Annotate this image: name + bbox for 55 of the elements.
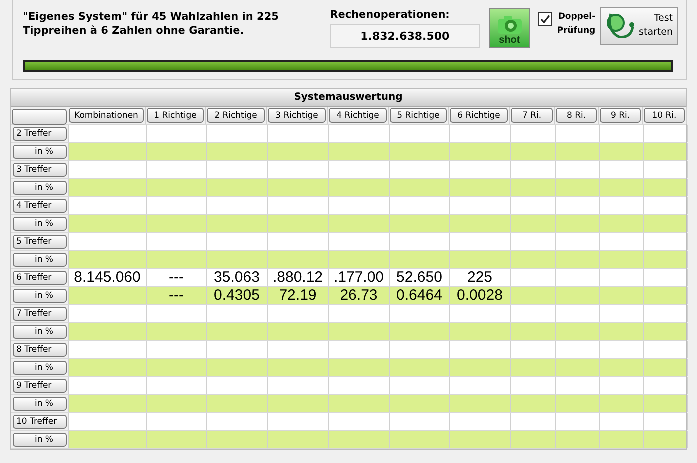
table-cell: .880.12 <box>272 269 324 286</box>
checkbox-label: Doppel- <box>558 11 596 24</box>
column-header[interactable]: 8 Ri. <box>556 108 597 123</box>
table-cell: 8.145.060 <box>74 269 141 286</box>
table-cell: 26.73 <box>340 287 378 304</box>
row-header[interactable]: 10 Treffer <box>12 414 66 428</box>
column-header[interactable]: 7 Ri. <box>511 108 553 123</box>
column-header[interactable]: Kombinationen <box>69 108 144 123</box>
table-title: Systemauswertung <box>11 89 686 107</box>
table-cell: 0.6464 <box>396 287 442 304</box>
row-header[interactable]: 9 Treffer <box>12 378 66 392</box>
table-cell: 72.19 <box>279 287 317 304</box>
summary-text: Tippreihen à 6 Zahlen ohne Garantie. <box>23 24 246 38</box>
table-cell: --- <box>169 269 184 286</box>
row-header[interactable]: in % <box>12 324 66 338</box>
stethoscope-icon <box>604 11 635 41</box>
row-header[interactable]: 3 Treffer <box>12 162 66 176</box>
column-header[interactable]: 1 Richtige <box>147 108 204 123</box>
table-cell: --- <box>169 287 184 304</box>
table-cell: 225 <box>467 269 493 286</box>
row-header[interactable]: in % <box>12 252 66 266</box>
row-header[interactable]: in % <box>12 288 66 302</box>
row-header[interactable]: 7 Treffer <box>12 306 66 320</box>
row-header[interactable]: in % <box>12 360 66 374</box>
column-header[interactable]: 5 Richtige <box>390 108 447 123</box>
shot-button[interactable]: shot <box>489 8 530 48</box>
row-header[interactable]: 4 Treffer <box>12 198 66 212</box>
operations-value: 1.832.638.500 <box>330 24 480 48</box>
table-cell: 35.063 <box>214 269 260 286</box>
column-header[interactable]: 9 Ri. <box>600 108 641 123</box>
row-header[interactable]: in % <box>12 216 66 230</box>
camera-icon <box>496 15 523 35</box>
table-cell: .177.00 <box>334 269 384 286</box>
table-cell: 52.650 <box>396 269 442 286</box>
table-cell: 0.4305 <box>214 287 260 304</box>
row-header[interactable]: in % <box>12 396 66 410</box>
column-header[interactable]: 6 Richtige <box>450 108 508 123</box>
double-check-checkbox[interactable] <box>538 12 552 26</box>
column-header[interactable]: 2 Richtige <box>207 108 265 123</box>
column-header[interactable]: 3 Richtige <box>268 108 326 123</box>
table-cell: 0.0028 <box>457 287 503 304</box>
row-header[interactable]: 2 Treffer <box>12 126 66 140</box>
test-start-button[interactable]: Test starten <box>600 7 678 45</box>
column-header[interactable]: 10 Ri. <box>644 108 685 123</box>
row-header[interactable]: in % <box>12 180 66 194</box>
checkbox-label: Prüfung <box>557 25 596 38</box>
row-header[interactable]: in % <box>12 432 66 446</box>
summary-text: "Eigenes System" für 45 Wahlzahlen in 225 <box>23 10 280 24</box>
operations-label: Rechenoperationen: <box>330 8 451 22</box>
row-header[interactable]: 6 Treffer <box>12 270 66 284</box>
row-header[interactable]: in % <box>12 144 66 158</box>
corner-header <box>12 109 67 125</box>
column-header[interactable]: 4 Richtige <box>329 108 387 123</box>
row-header[interactable]: 8 Treffer <box>12 342 66 356</box>
row-header[interactable]: 5 Treffer <box>12 234 66 248</box>
